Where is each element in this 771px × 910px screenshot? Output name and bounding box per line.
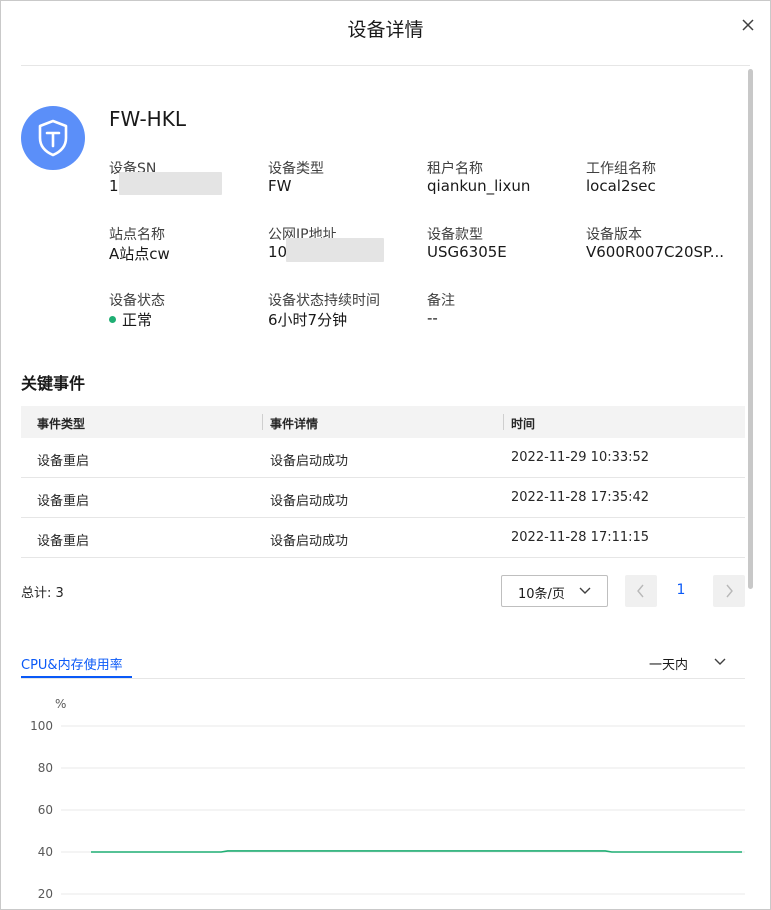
events-table: 事件类型 事件详情 时间 设备重启 设备启动成功 2022-11-29 10:3… — [21, 406, 745, 558]
cell-time: 2022-11-28 17:35:42 — [511, 490, 650, 505]
chevron-down-icon[interactable] — [714, 658, 726, 666]
usage-line-chart: %100 80 60 40 20 — [30, 697, 745, 901]
shield-icon — [38, 119, 68, 157]
tab-divider — [21, 678, 745, 679]
redacted-mask — [286, 238, 384, 262]
cell-event-type: 设备重启 — [37, 534, 90, 549]
next-page-button[interactable] — [713, 575, 745, 607]
table-row[interactable]: 设备重启 设备启动成功 2022-11-29 10:33:52 — [21, 438, 745, 478]
attr-label-device-type: 设备类型 — [268, 161, 324, 177]
cell-event-type: 设备重启 — [37, 454, 90, 469]
table-row[interactable]: 设备重启 设备启动成功 2022-11-28 17:35:42 — [21, 478, 745, 518]
attr-label-status-duration: 设备状态持续时间 — [268, 293, 380, 309]
column-separator[interactable] — [503, 414, 504, 430]
status-dot — [109, 316, 116, 323]
attr-value-workgroup: local2sec — [586, 177, 656, 195]
table-row[interactable]: 设备重启 设备启动成功 2022-11-28 17:11:15 — [21, 518, 745, 558]
time-range-select[interactable]: 一天内 — [649, 654, 688, 673]
y-tick-label: 80 — [38, 761, 53, 775]
firewall-avatar — [21, 106, 85, 170]
attr-value-device-type: FW — [268, 177, 292, 195]
key-events-title: 关键事件 — [21, 374, 86, 393]
y-tick-label: 60 — [38, 803, 53, 817]
attr-value-status-duration: 6小时7分钟 — [268, 311, 348, 329]
device-detail-dialog: 设备详情 FW-HKL 设备SN 1 设备类型 FW 租户名称 qiankun_… — [0, 0, 771, 910]
attr-label-site: 站点名称 — [109, 227, 165, 243]
total-count: 总计: 3 — [21, 586, 64, 601]
attr-value-public-ip: 10 — [268, 243, 288, 261]
y-tick-label: 20 — [38, 887, 53, 901]
cell-event-detail: 设备启动成功 — [270, 454, 349, 469]
chevron-down-icon — [579, 587, 591, 594]
y-axis-unit: % — [55, 697, 66, 711]
attr-value-remark: -- — [427, 309, 438, 327]
status-text: 正常 — [122, 311, 153, 329]
redacted-mask — [119, 172, 222, 195]
attr-value-version: V600R007C20SP... — [586, 243, 725, 261]
attr-value-sn: 1 — [109, 177, 119, 195]
attr-label-version: 设备版本 — [586, 227, 642, 243]
table-header: 事件类型 事件详情 时间 — [21, 406, 745, 438]
current-page[interactable]: 1 — [673, 582, 689, 598]
attr-value-model: USG6305E — [427, 243, 507, 261]
prev-page-button[interactable] — [625, 575, 657, 607]
device-name: FW-HKL — [109, 107, 186, 131]
y-tick-label: 100 — [30, 719, 53, 733]
attr-label-remark: 备注 — [427, 293, 455, 309]
cell-event-detail: 设备启动成功 — [270, 534, 349, 549]
vertical-scrollbar[interactable] — [748, 69, 753, 589]
column-header-event-detail[interactable]: 事件详情 — [270, 415, 318, 432]
attr-value-tenant: qiankun_lixun — [427, 177, 531, 195]
cell-event-type: 设备重启 — [37, 494, 90, 509]
attr-value-status: 正常 — [109, 309, 152, 330]
attr-label-workgroup: 工作组名称 — [586, 161, 656, 177]
title-divider — [21, 65, 750, 66]
attr-label-model: 设备款型 — [427, 227, 483, 243]
attr-label-status: 设备状态 — [109, 293, 165, 309]
cell-time: 2022-11-28 17:11:15 — [511, 530, 650, 545]
chevron-left-icon — [637, 584, 644, 598]
column-header-time[interactable]: 时间 — [511, 415, 535, 432]
cell-time: 2022-11-29 10:33:52 — [511, 450, 650, 465]
chevron-right-icon — [726, 584, 733, 598]
column-separator[interactable] — [262, 414, 263, 430]
column-header-event-type[interactable]: 事件类型 — [37, 415, 85, 432]
close-icon[interactable] — [740, 17, 756, 33]
attr-label-tenant: 租户名称 — [427, 161, 483, 177]
page-size-select[interactable]: 10条/页 — [501, 575, 608, 607]
cell-event-detail: 设备启动成功 — [270, 494, 349, 509]
tab-cpu-memory-usage[interactable]: CPU&内存使用率 — [21, 654, 123, 673]
y-tick-label: 40 — [38, 845, 53, 859]
dialog-title: 设备详情 — [347, 19, 424, 41]
page-size-value: 10条/页 — [518, 587, 565, 602]
attr-value-site: A站点cw — [109, 245, 170, 263]
